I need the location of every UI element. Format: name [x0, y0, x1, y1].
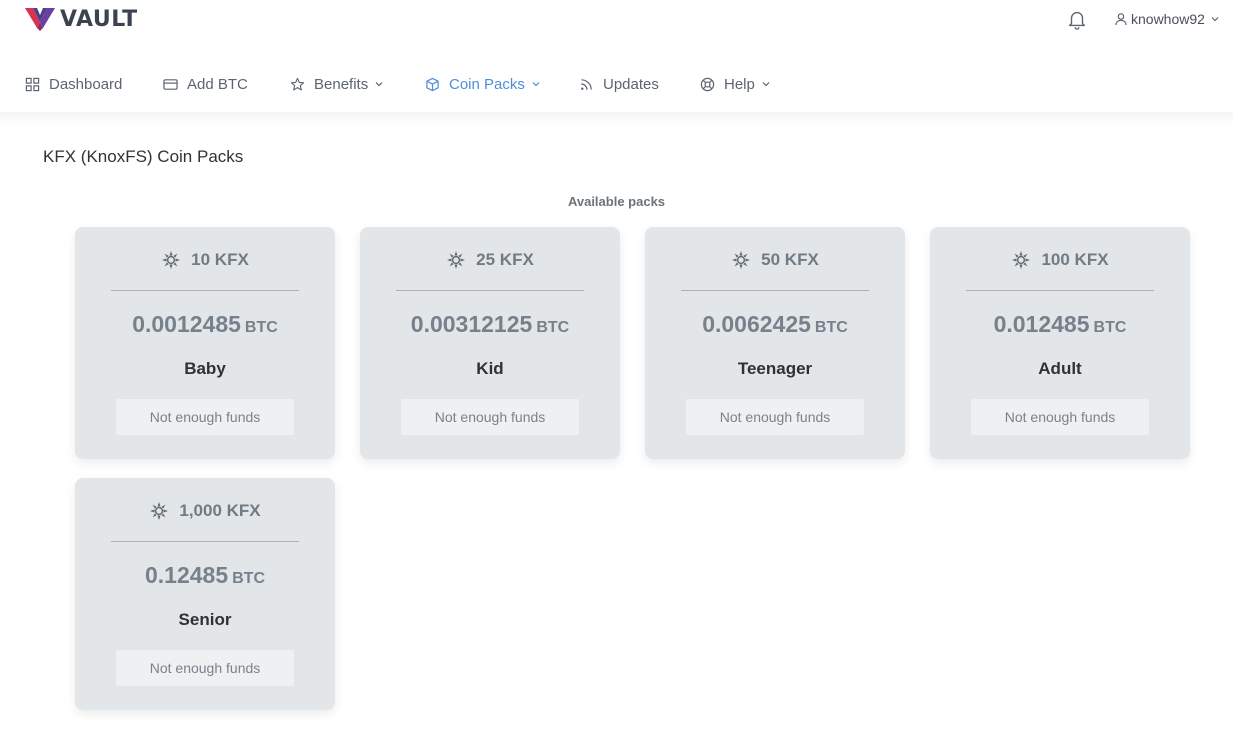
nav-dashboard[interactable]: Dashboard — [25, 74, 122, 94]
pack-coins-label: 1,000 KFX — [179, 501, 261, 520]
card-divider — [966, 290, 1154, 291]
card-divider — [111, 290, 299, 291]
pack-name: Teenager — [737, 359, 813, 378]
pack-coin-amount: 100 KFX — [930, 249, 1190, 271]
pack-price-currency: BTC — [814, 319, 848, 336]
coin-pack-card: 100 KFX 0.012485 BTC Adult Not enough fun… — [930, 227, 1190, 459]
pack-price-amount: 0.00312125 — [410, 311, 533, 337]
pack-price-currency: BTC — [244, 319, 278, 336]
pack-coins-label: 25 KFX — [476, 250, 534, 269]
coin-icon — [1012, 251, 1031, 269]
brand-logo[interactable]: VAULT — [24, 5, 138, 33]
nav-coin-packs-label: Coin Packs — [449, 75, 525, 93]
pack-price: 0.00312125 BTC — [360, 311, 620, 338]
nav-updates[interactable]: Updates — [579, 74, 659, 94]
pack-price-amount: 0.0062425 — [702, 311, 811, 337]
buy-pack-button[interactable]: Not enough funds — [686, 399, 864, 435]
nav-updates-label: Updates — [603, 75, 659, 93]
buy-pack-button[interactable]: Not enough funds — [971, 399, 1149, 435]
star-icon — [290, 77, 305, 91]
nav-benefits[interactable]: Benefits — [290, 74, 384, 94]
user-icon — [1115, 13, 1127, 26]
top-bar: VAULT knowhow92 — [0, 0, 1233, 40]
coin-pack-card: 1,000 KFX 0.12485 BTC Senior Not enough f… — [75, 478, 335, 710]
coin-pack-card: 50 KFX 0.0062425 BTC Teenager Not enough … — [645, 227, 905, 459]
buy-pack-button[interactable]: Not enough funds — [116, 650, 294, 686]
pack-price: 0.012485 BTC — [930, 311, 1190, 338]
pack-price-currency: BTC — [1093, 319, 1127, 336]
card-divider — [111, 541, 299, 542]
lifebuoy-icon — [700, 77, 715, 91]
card-icon — [163, 78, 178, 90]
pack-price-amount: 0.0012485 — [132, 311, 241, 337]
nav-coin-packs[interactable]: Coin Packs — [425, 74, 541, 94]
page-title: KFX (KnoxFS) Coin Packs — [43, 147, 244, 166]
chevron-down-icon — [375, 82, 383, 87]
pack-price-currency: BTC — [232, 570, 266, 587]
pack-price-amount: 0.012485 — [993, 311, 1090, 337]
pack-name: Baby — [184, 359, 226, 378]
buy-pack-button[interactable]: Not enough funds — [116, 399, 294, 435]
pack-coin-amount: 1,000 KFX — [75, 500, 335, 522]
coin-icon — [732, 251, 751, 269]
user-menu[interactable]: knowhow92 — [1114, 10, 1220, 28]
pack-coins-label: 100 KFX — [1041, 250, 1109, 269]
pack-name: Adult — [1038, 359, 1082, 378]
pack-price: 0.0062425 BTC — [645, 311, 905, 338]
pack-price: 0.0012485 BTC — [75, 311, 335, 338]
section-label: Available packs — [567, 194, 666, 209]
box-icon — [426, 77, 439, 91]
nav-help-label: Help — [724, 75, 755, 93]
chevron-down-icon — [1211, 17, 1219, 22]
pack-coins-label: 50 KFX — [761, 250, 819, 269]
coin-icon — [150, 502, 169, 520]
coin-icon — [162, 251, 181, 269]
nav-divider — [0, 112, 1233, 126]
pack-coin-amount: 50 KFX — [645, 249, 905, 271]
bell-icon[interactable] — [1066, 8, 1088, 30]
coin-pack-card: 25 KFX 0.00312125 BTC Kid Not enough fund… — [360, 227, 620, 459]
grid-icon — [25, 77, 40, 91]
username: knowhow92 — [1131, 11, 1205, 27]
nav-benefits-label: Benefits — [314, 75, 369, 93]
pack-price-currency: BTC — [536, 319, 570, 336]
nav-dashboard-label: Dashboard — [49, 75, 123, 93]
pack-coin-amount: 25 KFX — [360, 249, 620, 271]
rss-icon — [581, 78, 592, 90]
pack-coins-label: 10 KFX — [191, 250, 249, 269]
card-divider — [681, 290, 869, 291]
card-divider — [396, 290, 584, 291]
vault-logo-icon — [25, 8, 55, 31]
pack-name: Kid — [476, 359, 504, 378]
brand-name: VAULT — [60, 6, 138, 32]
coin-pack-card: 10 KFX 0.0012485 BTC Baby Not enough fund… — [75, 227, 335, 459]
nav-help[interactable]: Help — [700, 74, 771, 94]
pack-name: Senior — [178, 610, 232, 629]
main-nav: Dashboard Add BTC Benefits Coin Packs Up… — [0, 56, 1233, 112]
pack-coin-amount: 10 KFX — [75, 249, 335, 271]
buy-pack-button[interactable]: Not enough funds — [401, 399, 579, 435]
chevron-down-icon — [532, 82, 540, 87]
coin-icon — [447, 251, 466, 269]
pack-price: 0.12485 BTC — [75, 562, 335, 589]
chevron-down-icon — [762, 82, 770, 87]
nav-add-btc[interactable]: Add BTC — [163, 74, 248, 94]
pack-price-amount: 0.12485 — [144, 562, 229, 588]
nav-add-btc-label: Add BTC — [187, 75, 248, 93]
